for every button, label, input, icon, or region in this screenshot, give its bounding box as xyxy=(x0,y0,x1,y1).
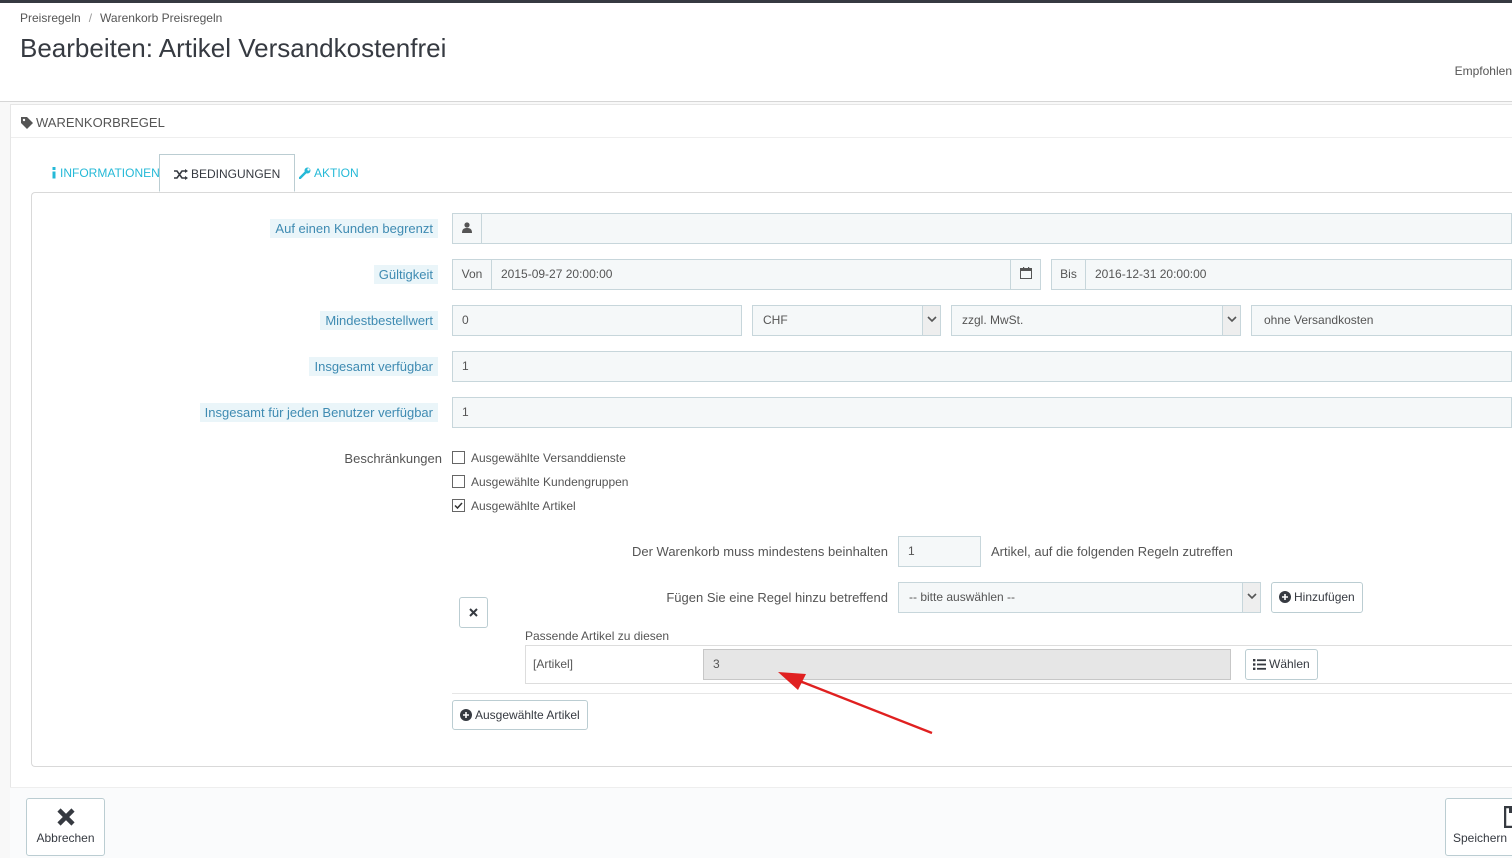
validity-from-addon: Von xyxy=(452,259,492,290)
validity-label-text: Gültigkeit xyxy=(373,265,438,284)
cancel-button-label: Abbrechen xyxy=(36,831,95,845)
chevron-down-icon xyxy=(922,306,940,335)
tax-select-value: zzgl. MwSt. xyxy=(962,313,1024,327)
total-available-input[interactable]: 1 xyxy=(452,351,1512,382)
breadcrumb-separator: / xyxy=(88,11,93,25)
restrictions-label: Beschränkungen xyxy=(344,451,442,466)
add-rule-button[interactable]: Hinzufügen xyxy=(1271,582,1363,613)
customer-label: Auf einen Kunden begrenzt xyxy=(200,219,438,238)
per-user-label-text: Insgesamt für jeden Benutzer verfügbar xyxy=(199,403,438,422)
choose-products-button[interactable]: Wählen xyxy=(1245,649,1318,680)
panel-heading: Warenkorbregel xyxy=(21,115,165,130)
validity-to-addon: Bis xyxy=(1051,259,1086,290)
save-button-label: Speichern xyxy=(1453,831,1508,845)
cancel-button[interactable]: Abbrechen xyxy=(26,798,105,856)
plus-circle-icon xyxy=(1279,590,1294,604)
checkbox-label: Ausgewählte Versanddienste xyxy=(471,451,626,465)
form-footer: Abbrechen Speichern xyxy=(10,787,1512,858)
annotation-arrow xyxy=(778,672,933,735)
customer-label-text: Auf einen Kunden begrenzt xyxy=(270,219,438,238)
page-title: Bearbeiten: Artikel Versandkostenfrei xyxy=(20,33,447,63)
shuffle-icon xyxy=(174,167,191,181)
shipping-select[interactable]: ohne Versandkosten xyxy=(1251,305,1512,336)
rule-type-select-value: -- bitte auswählen -- xyxy=(909,590,1016,604)
min-quantity-suffix: Artikel, auf die folgenden Regeln zutref… xyxy=(991,544,1233,559)
checkbox[interactable] xyxy=(452,451,465,464)
product-rule-type: [Artikel] xyxy=(533,657,574,671)
chevron-down-icon xyxy=(1242,583,1260,612)
rule-type-select[interactable]: -- bitte auswählen -- xyxy=(898,582,1261,613)
min-amount-label: Mindestbestellwert xyxy=(200,311,438,330)
restriction-products[interactable]: Ausgewählte Artikel xyxy=(452,499,576,513)
validity-to-input[interactable]: 2016-12-31 20:00:00 xyxy=(1085,259,1512,290)
checkbox-label: Ausgewählte Kundengruppen xyxy=(471,475,629,489)
checkmark-icon xyxy=(454,502,463,510)
checkbox-checked[interactable] xyxy=(452,499,465,512)
currency-select-value: CHF xyxy=(763,313,788,327)
restriction-groups[interactable]: Ausgewählte Kundengruppen xyxy=(452,475,628,489)
validity-label: Gültigkeit xyxy=(200,265,438,284)
breadcrumb-item-cart-rules[interactable]: Warenkorb Preisregeln xyxy=(100,11,222,25)
customer-input[interactable] xyxy=(481,213,1512,244)
close-icon xyxy=(56,808,76,830)
save-icon xyxy=(1453,805,1512,831)
list-icon xyxy=(1253,657,1269,671)
total-available-label-text: Insgesamt verfügbar xyxy=(309,357,438,376)
min-quantity-input[interactable]: 1 xyxy=(898,536,981,567)
recommended-link[interactable]: Empfohlen xyxy=(1455,64,1512,78)
matching-products-label: Passende Artikel zu diesen xyxy=(525,629,670,643)
checkbox[interactable] xyxy=(452,475,465,488)
per-user-input[interactable]: 1 xyxy=(452,397,1512,428)
tab-aktion[interactable]: Aktion xyxy=(285,154,373,192)
tax-select[interactable]: zzgl. MwSt. xyxy=(951,305,1241,336)
cart-rule-panel: Warenkorbregel Informationen Bedingungen… xyxy=(10,104,1512,787)
tab-label: Aktion xyxy=(314,166,359,180)
choose-products-label: Wählen xyxy=(1269,657,1310,671)
add-rule-label: Fügen Sie eine Regel hinzu betreffend xyxy=(666,590,888,605)
tab-label: Informationen xyxy=(60,166,160,180)
customer-addon xyxy=(452,213,482,244)
add-product-selection-button[interactable]: Ausgewählte Artikel xyxy=(452,700,588,730)
calendar-icon xyxy=(1019,267,1032,281)
tab-label: Bedingungen xyxy=(191,167,281,181)
restriction-carriers[interactable]: Ausgewählte Versanddienste xyxy=(452,451,626,465)
panel-heading-label: Warenkorbregel xyxy=(36,115,165,130)
wrench-icon xyxy=(298,166,314,180)
close-icon xyxy=(469,605,478,619)
min-amount-input[interactable]: 0 xyxy=(452,305,742,336)
remove-rule-button[interactable] xyxy=(459,597,488,628)
add-rule-button-label: Hinzufügen xyxy=(1294,590,1355,604)
tag-icon xyxy=(21,115,36,130)
validity-from-input[interactable]: 2015-09-27 20:00:00 xyxy=(491,259,1011,290)
total-available-label: Insgesamt verfügbar xyxy=(200,357,438,376)
per-user-label: Insgesamt für jeden Benutzer verfügbar xyxy=(150,403,438,422)
user-icon xyxy=(462,221,472,235)
save-button[interactable]: Speichern xyxy=(1445,798,1512,856)
divider xyxy=(11,137,1512,138)
breadcrumb-item-price-rules[interactable]: Preisregeln xyxy=(20,11,81,25)
currency-select[interactable]: CHF xyxy=(752,305,941,336)
breadcrumb: Preisregeln / Warenkorb Preisregeln xyxy=(20,11,222,25)
page-header: Preisregeln / Warenkorb Preisregeln Bearbe… xyxy=(0,3,1512,102)
calendar-button[interactable] xyxy=(1010,259,1041,290)
tab-informationen[interactable]: Informationen xyxy=(37,154,174,192)
divider xyxy=(452,693,1512,694)
plus-circle-icon xyxy=(460,708,475,722)
tab-bedingungen[interactable]: Bedingungen xyxy=(159,154,296,192)
add-product-selection-label: Ausgewählte Artikel xyxy=(475,708,580,722)
chevron-down-icon xyxy=(1222,306,1240,335)
checkbox-label: Ausgewählte Artikel xyxy=(471,499,576,513)
info-icon xyxy=(51,166,60,180)
shipping-select-value: ohne Versandkosten xyxy=(1264,313,1374,327)
min-quantity-label: Der Warenkorb muss mindestens beinhalten xyxy=(631,544,888,559)
min-amount-label-text: Mindestbestellwert xyxy=(320,311,438,330)
